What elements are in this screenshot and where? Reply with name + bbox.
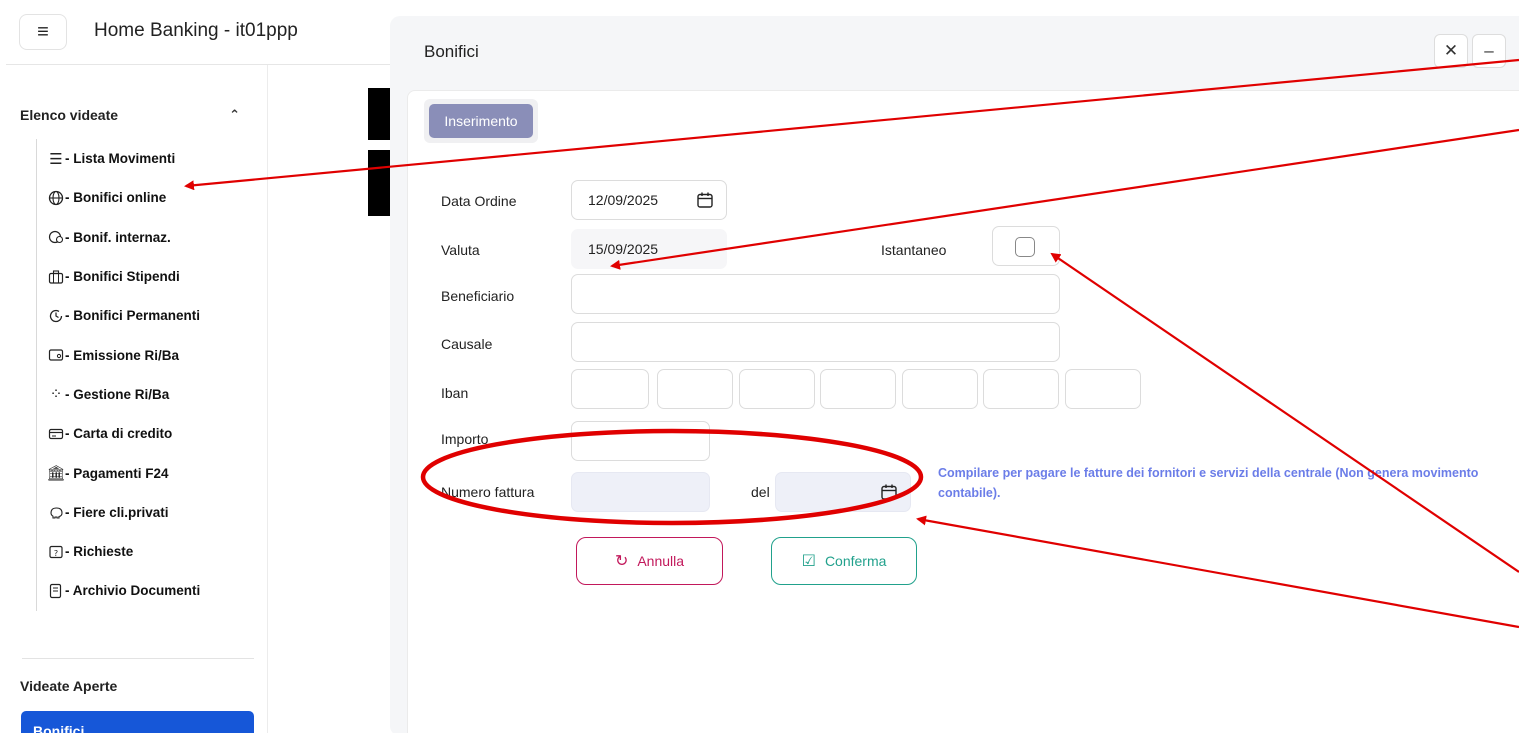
sidebar-item-label: - Bonifici Stipendi	[65, 269, 180, 285]
valuta-value: 15/09/2025	[588, 241, 659, 257]
open-screen-bonifici[interactable]: Bonifici	[21, 711, 254, 733]
sidebar-item-bonifici-permanenti[interactable]: - Bonifici Permanenti	[36, 296, 266, 336]
sidebar-item-bonif-internaz[interactable]: - Bonif. internaz.	[36, 217, 266, 257]
sidebar-item-label: - Fiere cli.privati	[65, 504, 169, 520]
sidebar-item-label: - Gestione Ri/Ba	[65, 386, 170, 402]
sidebar-item-fiere-cli-privati[interactable]: - Fiere cli.privati	[36, 492, 266, 532]
istantaneo-label: Istantaneo	[881, 242, 947, 258]
iban-segment-2[interactable]	[657, 369, 733, 409]
sidebar-item-label: - Lista Movimenti	[65, 151, 176, 167]
sidebar-item-gestione-riba[interactable]: ⁘ - Gestione Ri/Ba	[36, 374, 266, 415]
app-title: Home Banking - it01ppp	[94, 20, 298, 41]
sidebar-item-archivio-documenti[interactable]: - Archivio Documenti	[36, 571, 266, 611]
iban-segment-1[interactable]	[571, 369, 649, 409]
credit-card-icon	[47, 425, 65, 443]
sidebar-item-label: - Archivio Documenti	[65, 583, 201, 599]
data-ordine-field[interactable]: 12/09/2025	[571, 180, 727, 220]
calendar-icon[interactable]	[696, 191, 714, 209]
sidebar-item-bonifici-online[interactable]: - Bonifici online	[36, 178, 266, 218]
sidebar-item-label: - Bonif. internaz.	[65, 229, 171, 245]
data-ordine-label: Data Ordine	[441, 193, 517, 209]
sidebar-nav: ☰ - Lista Movimenti - Bonifici online - …	[36, 139, 266, 611]
beneficiario-label: Beneficiario	[441, 288, 515, 304]
valuta-label: Valuta	[441, 242, 480, 258]
bank-icon: 🏛	[46, 465, 66, 483]
sidebar: Elenco videate ⌃ ☰ - Lista Movimenti - B…	[0, 65, 268, 733]
sidebar-item-carta-di-credito[interactable]: - Carta di credito	[36, 414, 266, 454]
open-screens-title: Videate Aperte	[20, 678, 118, 694]
document-archive-icon	[47, 582, 65, 600]
numero-fattura-label: Numero fattura	[441, 484, 535, 500]
causale-label: Causale	[441, 336, 493, 352]
question-box-icon: ?	[47, 543, 65, 561]
iban-segment-4[interactable]	[820, 369, 896, 409]
close-button[interactable]: ✕	[1434, 34, 1468, 68]
sidebar-item-label: - Emissione Ri/Ba	[65, 347, 180, 363]
numero-fattura-input[interactable]	[571, 472, 710, 512]
refresh-icon: ↻	[614, 553, 629, 570]
sidebar-divider	[22, 658, 254, 659]
iban-segment-7[interactable]	[1065, 369, 1141, 409]
conferma-label: Conferma	[824, 553, 887, 569]
iban-label: Iban	[441, 385, 469, 401]
chevron-up-icon[interactable]: ⌃	[229, 107, 240, 123]
globe-icon	[47, 189, 65, 207]
tab-inserimento[interactable]: Inserimento	[429, 104, 533, 138]
screen: ≡ Home Banking - it01ppp Elenco videate …	[0, 0, 1519, 733]
world-transfer-icon	[47, 228, 65, 246]
del-date-input[interactable]	[775, 472, 911, 512]
sidebar-item-label: - Pagamenti F24	[65, 465, 169, 481]
istantaneo-field	[992, 226, 1060, 266]
sidebar-item-lista-movimenti[interactable]: ☰ - Lista Movimenti	[36, 139, 266, 179]
conferma-button[interactable]: ☑ Conferma	[771, 537, 917, 585]
del-label: del	[751, 484, 770, 500]
hamburger-menu-button[interactable]: ≡	[19, 14, 67, 50]
sidebar-item-label: - Richieste	[65, 544, 134, 560]
sidebar-item-label: - Carta di credito	[65, 426, 173, 442]
tab-bar: Inserimento	[424, 99, 538, 143]
invoice-hint-text: Compilare per pagare le fatture dei forn…	[938, 466, 1479, 500]
bonifici-dialog: Bonifici ✕ – Inserimento Data Ordine 12/…	[390, 16, 1519, 733]
hamburger-menu-icon: ≡	[37, 20, 49, 43]
sidebar-item-pagamenti-f24[interactable]: 🏛 - Pagamenti F24	[36, 453, 266, 493]
causale-input[interactable]	[571, 322, 1060, 362]
form-panel: Inserimento Data Ordine 12/09/2025 Valut…	[407, 90, 1519, 733]
sidebar-group-header[interactable]: Elenco videate ⌃	[20, 107, 240, 123]
sidebar-item-bonifici-stipendi[interactable]: - Bonifici Stipendi	[36, 256, 266, 297]
check-circle-icon: ☑	[801, 553, 816, 570]
annulla-button[interactable]: ↻ Annulla	[576, 537, 723, 585]
close-icon: ✕	[1443, 41, 1459, 60]
briefcase-icon	[47, 268, 65, 286]
beneficiario-input[interactable]	[571, 274, 1060, 314]
sidebar-item-label: - Bonifici Permanenti	[65, 308, 201, 324]
annulla-label: Annulla	[637, 553, 685, 569]
importo-label: Importo	[441, 431, 489, 447]
background-artifact	[368, 150, 390, 216]
calendar-icon[interactable]	[880, 483, 898, 501]
background-artifact	[368, 88, 390, 140]
wallet-icon	[47, 346, 65, 364]
piggy-bank-icon	[47, 503, 65, 521]
dialog-title: Bonifici	[424, 42, 479, 61]
iban-segment-3[interactable]	[739, 369, 815, 409]
sidebar-item-emissione-riba[interactable]: - Emissione Ri/Ba	[36, 335, 266, 375]
importo-input[interactable]	[571, 421, 710, 461]
sidebar-group-title: Elenco videate	[20, 107, 119, 123]
minimize-icon: –	[1484, 41, 1494, 60]
sidebar-item-label: - Bonifici online	[65, 190, 167, 206]
clock-repeat-icon	[47, 307, 65, 325]
istantaneo-checkbox[interactable]	[1015, 237, 1035, 257]
list-icon: ☰	[49, 150, 63, 168]
sidebar-item-richieste[interactable]: ? - Richieste	[36, 531, 266, 572]
data-ordine-value: 12/09/2025	[588, 192, 659, 208]
valuta-field: 15/09/2025	[571, 229, 727, 269]
svg-text:?: ?	[54, 549, 58, 558]
iban-segment-5[interactable]	[902, 369, 978, 409]
minimize-button[interactable]: –	[1472, 34, 1506, 68]
loader-icon: ⁘	[49, 386, 63, 404]
iban-segment-6[interactable]	[983, 369, 1059, 409]
